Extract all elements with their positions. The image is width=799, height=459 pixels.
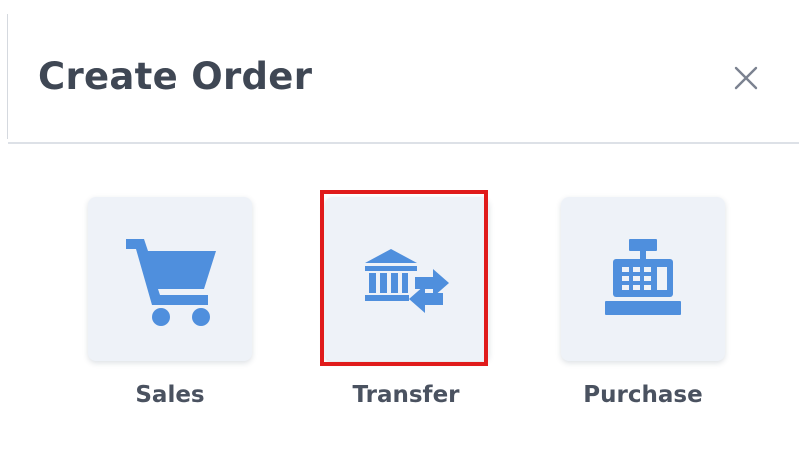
purchase-label[interactable]: Purchase	[553, 382, 733, 408]
cash-register-icon	[605, 239, 681, 315]
close-button[interactable]	[728, 60, 764, 96]
close-icon	[734, 66, 758, 90]
sales-label[interactable]: Sales	[80, 382, 260, 408]
header-divider	[8, 142, 799, 144]
dialog-header: Create Order	[0, 0, 799, 142]
shopping-cart-icon	[126, 239, 216, 326]
selection-highlight	[320, 190, 488, 366]
purchase-option-button[interactable]	[561, 197, 725, 361]
create-order-dialog: Create Order Sales Transfer Purchase	[0, 0, 799, 459]
dialog-title: Create Order	[38, 55, 313, 98]
sales-option-button[interactable]	[88, 197, 252, 361]
transfer-label[interactable]: Transfer	[316, 382, 496, 408]
